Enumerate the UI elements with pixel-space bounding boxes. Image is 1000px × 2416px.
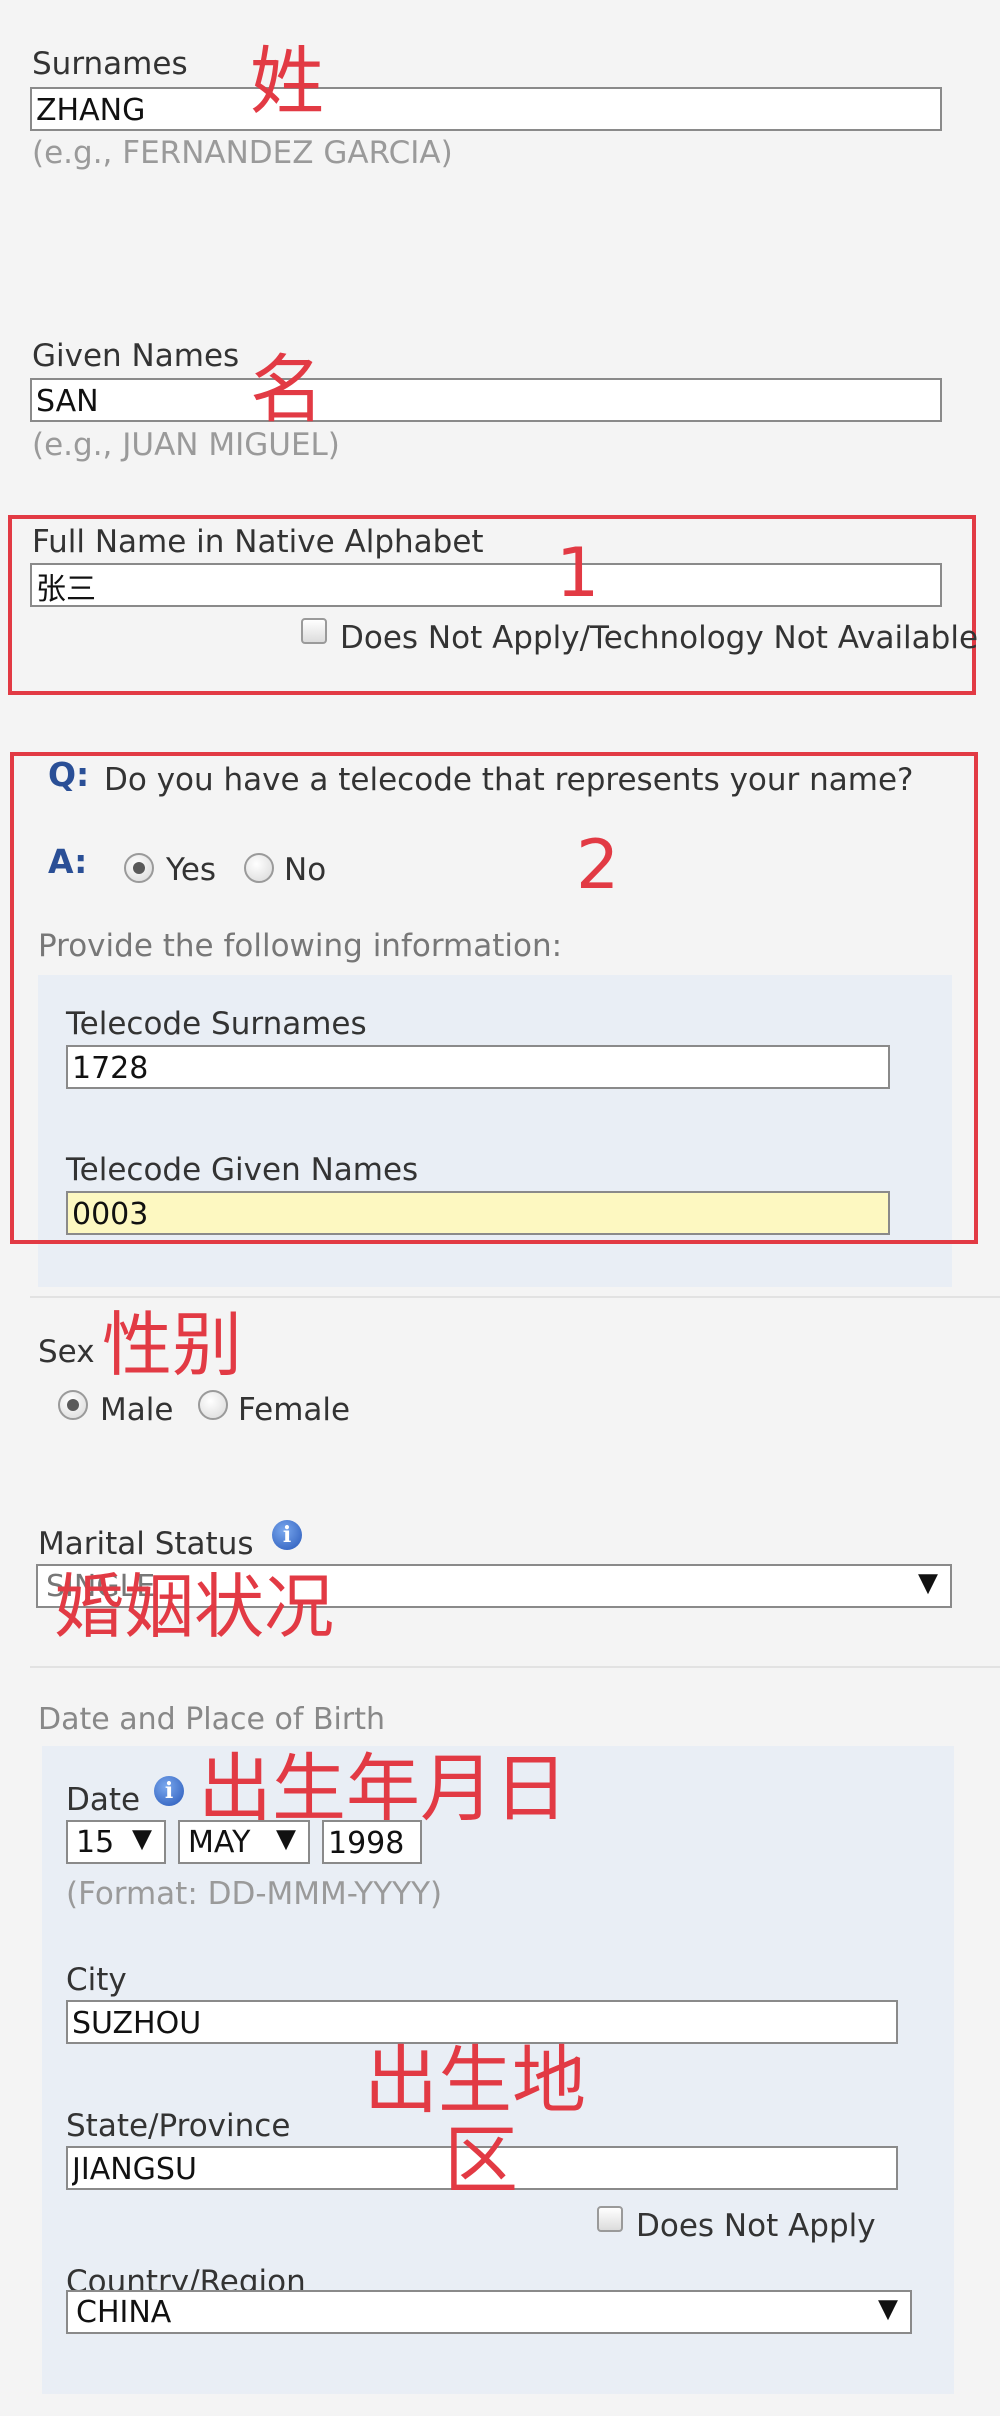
birth-place-annotation-line2: 区 [444,2118,518,2204]
chevron-down-icon: ▼ [878,2294,898,2324]
telecode-surnames-label: Telecode Surnames [66,1006,367,1042]
birth-place-annotation-line1: 出生地 [364,2038,586,2124]
section-divider [30,1666,1000,1668]
birth-date-format-hint: (Format: DD-MMM-YYYY) [66,1876,443,1912]
birth-section-title: Date and Place of Birth [38,1702,385,1737]
annotation-number-1: 1 [556,534,600,613]
birth-country-select[interactable]: CHINA ▼ [66,2290,912,2334]
surnames-hint: (e.g., FERNANDEZ GARCIA) [32,135,453,171]
state-does-not-apply-checkbox[interactable] [597,2206,623,2232]
given-names-input[interactable] [30,378,942,422]
native-name-input[interactable] [30,563,942,607]
telecode-no-label: No [284,852,327,888]
given-names-annotation: 名 [250,347,324,433]
sex-male-label: Male [100,1392,174,1428]
telecode-yes-label: Yes [166,852,217,888]
surnames-input[interactable] [30,87,942,131]
provide-info-text: Provide the following information: [38,928,563,964]
telecode-no-radio[interactable] [244,853,274,883]
native-name-checkbox-label: Does Not Apply/Technology Not Available [340,620,979,656]
sex-female-label: Female [238,1392,351,1428]
birth-month-value: MAY [188,1825,251,1860]
does-not-apply-checkbox[interactable] [301,618,327,644]
marital-status-label: Marital Status [38,1526,254,1562]
birth-country-value: CHINA [76,2295,172,2330]
sex-annotation: 性别 [102,1304,242,1386]
question-marker: Q: [48,755,90,794]
marital-info-icon[interactable]: i [272,1520,302,1550]
annotation-number-2: 2 [576,826,620,905]
chevron-down-icon: ▼ [918,1568,938,1598]
marital-annotation: 婚姻状况 [54,1566,334,1648]
birth-date-label: Date [66,1782,141,1818]
section-divider [30,1296,1000,1298]
surnames-label: Surnames [32,46,188,82]
telecode-given-names-input[interactable] [66,1191,890,1235]
birth-day-value: 15 [76,1825,115,1860]
birth-state-label: State/Province [66,2108,291,2144]
birth-date-info-icon[interactable]: i [154,1776,184,1806]
birth-year-input[interactable] [322,1820,422,1864]
birth-day-select[interactable]: 15 ▼ [66,1820,166,1864]
birth-date-annotation: 出生年月日 [198,1746,568,1832]
sex-male-radio[interactable] [58,1390,88,1420]
given-names-label: Given Names [32,338,240,374]
chevron-down-icon: ▼ [132,1824,152,1854]
sex-female-radio[interactable] [198,1390,228,1420]
sex-label: Sex [38,1334,95,1370]
telecode-surnames-input[interactable] [66,1045,890,1089]
birth-city-label: City [66,1962,127,1998]
chevron-down-icon: ▼ [276,1824,296,1854]
surnames-annotation: 姓 [250,39,324,125]
telecode-given-names-label: Telecode Given Names [66,1152,419,1188]
native-name-label: Full Name in Native Alphabet [32,524,484,560]
telecode-question: Do you have a telecode that represents y… [104,762,914,798]
state-does-not-apply-label: Does Not Apply [636,2208,876,2244]
telecode-yes-radio[interactable] [124,853,154,883]
answer-marker: A: [48,842,88,881]
birth-month-select[interactable]: MAY ▼ [178,1820,310,1864]
